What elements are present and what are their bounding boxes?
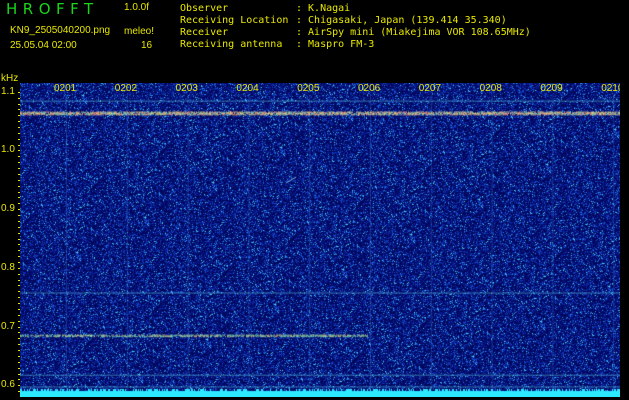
x-tick-label: 0210 (601, 83, 620, 94)
x-tick-label: 0204 (236, 83, 259, 94)
header-panel: HROFFT 1.0.0f KN9_2505040200.png meleo! … (0, 0, 629, 74)
y-tick-label: 0.7 (1, 320, 15, 332)
x-tick-label: 0205 (297, 83, 320, 94)
info-antenna-label: Receiving antenna (180, 39, 283, 50)
y-tick-label: 1.0 (1, 144, 15, 156)
x-tick-label: 0208 (479, 83, 502, 94)
file-name: KN9_2505040200.png (10, 25, 111, 36)
y-tick-label: 0.9 (1, 203, 15, 215)
x-tick-label: 0203 (175, 83, 198, 94)
x-tick-label: 0209 (540, 83, 563, 94)
spectrogram-plot: 0201 0202 0203 0204 0205 0206 0207 0208 0209 0210 (20, 83, 620, 397)
y-tick-label: 1.1 (1, 85, 15, 97)
info-antenna-value: : Maspro FM-3 (296, 39, 375, 50)
y-tick-label: 0.6 (1, 379, 15, 391)
spectrogram-canvas (20, 83, 620, 397)
x-tick-label: 0201 (54, 83, 77, 94)
y-tick-label: 0.8 (1, 261, 15, 273)
info-receiver-label: Receiver (180, 27, 229, 38)
x-tick-label: 0202 (114, 83, 138, 94)
info-location-value: : Chigasaki, Japan (139.414 35.340) (296, 15, 507, 26)
app-title: HROFFT (6, 0, 99, 18)
info-observer-value: : K.Nagai (296, 3, 351, 14)
info-location-label: Receiving Location (180, 15, 289, 26)
datetime-label: 25.05.04 02:00 (10, 40, 77, 51)
meleo-value: 16 (141, 40, 153, 51)
info-receiver-value: : AirSpy mini (Miakejima VOR 108.65MHz) (296, 27, 531, 38)
unit-label: kHz (1, 73, 19, 84)
x-tick-label: 0206 (358, 83, 381, 94)
x-tick-label: 0207 (418, 83, 442, 94)
version-label: 1.0.0f (124, 2, 150, 13)
meleo-label: meleo! (124, 26, 155, 37)
info-observer-label: Observer (180, 3, 229, 14)
